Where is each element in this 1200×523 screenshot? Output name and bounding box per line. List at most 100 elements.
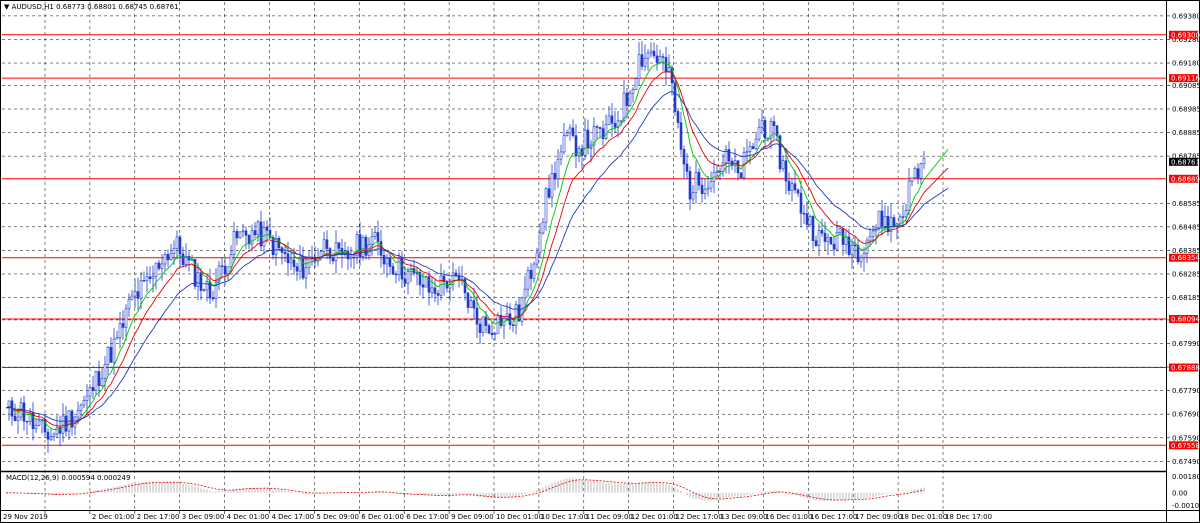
price-tick-label: 0.68585 [1172,200,1200,208]
candle-body [640,54,644,67]
candle-body [700,184,704,194]
candle-body [550,172,554,198]
candle-body [715,170,719,173]
level-label: 0.68354 [1171,254,1200,262]
candle-body [430,287,434,293]
candle-body [673,82,677,112]
price-tick-label: 0.69180 [1172,60,1200,68]
level-label: 0.69116 [1171,75,1200,83]
candle-body [196,272,200,287]
candle-body [406,271,410,284]
candle-body [121,323,125,328]
candle-body [298,258,302,272]
candle-body [16,416,20,421]
candle-body [877,210,881,229]
candle-body [751,146,755,149]
candle-body [163,254,167,265]
candle-body [304,267,308,279]
candle-body [334,242,338,262]
candle-body [574,135,578,157]
candle-body [205,281,209,291]
time-tick-label: 4 Dec 17:00 [272,513,315,521]
candle-body [139,280,143,299]
candle-body [415,272,419,274]
candle-body [103,363,107,379]
candle-body [919,163,923,179]
candle-body [652,50,656,57]
candle-body [388,258,392,267]
candle-body [814,240,818,246]
candle-body [910,177,914,182]
price-tick-label: 0.67790 [1172,387,1200,395]
candle-body [892,217,896,227]
candle-body [649,50,653,54]
candle-body [361,236,365,257]
candle-body [793,183,797,191]
candle-body [94,371,98,391]
candle-body [469,300,473,308]
candle-body [568,127,572,134]
candle-body [64,415,68,432]
candle-body [562,135,566,153]
candle-body [811,216,815,242]
candle-body [124,308,128,328]
candle-body [583,129,587,156]
price-tick-label: 0.68885 [1172,129,1200,137]
candle-body [520,297,524,322]
candle-body [526,269,530,290]
current-price-label: 0.68761 [1171,158,1200,166]
candle-body [160,263,164,269]
candle-body [277,237,281,249]
candle-body [916,168,920,179]
candle-body [913,168,917,179]
candle-body [853,244,857,247]
candle-body [661,56,665,58]
time-tick-label: 29 Nov 2019 [3,513,48,521]
candle-body [238,231,242,239]
candle-body [613,122,617,128]
time-tick-label: 3 Dec 09:00 [182,513,225,521]
candle-body [748,146,752,152]
candle-body [391,266,395,275]
candle-body [832,243,836,250]
candle-body [628,92,632,106]
candle-body [904,210,908,218]
candle-body [829,237,833,245]
candle-body [655,55,659,63]
candle-body [646,52,650,59]
candle-body [718,170,722,173]
candle-body [421,284,425,288]
candle-body [172,248,176,255]
forex-chart[interactable]: 0.693800.692800.691800.690850.689850.688… [0,0,1200,523]
macd-axis-label: 0.00 [1172,489,1188,497]
candle-body [211,297,215,300]
candle-body [328,248,332,259]
dropdown-triangle-icon[interactable]: ▼ [4,3,9,11]
price-tick-label: 0.69380 [1172,12,1200,20]
candle-body [151,276,155,279]
candle-body [133,291,137,297]
candle-body [523,288,527,299]
candle-body [178,236,182,255]
candle-body [433,287,437,294]
candle-body [514,304,518,326]
candle-body [595,126,599,128]
candle-body [256,221,260,236]
candle-body [553,172,557,180]
candle-body [175,236,179,249]
candle-body [643,57,647,67]
candle-body [565,132,569,136]
candle-body [544,188,548,223]
candle-body [547,188,551,198]
candle-body [691,192,695,200]
candle-body [385,258,389,265]
candle-body [805,213,809,225]
candle-body [436,293,440,296]
candle-body [658,56,662,63]
candle-body [676,111,680,123]
time-tick-label: 6 Dec 17:00 [406,513,449,521]
candle-body [577,148,581,157]
price-tick-label: 0.68185 [1172,294,1200,302]
candle-body [142,280,146,282]
candle-body [826,237,830,242]
